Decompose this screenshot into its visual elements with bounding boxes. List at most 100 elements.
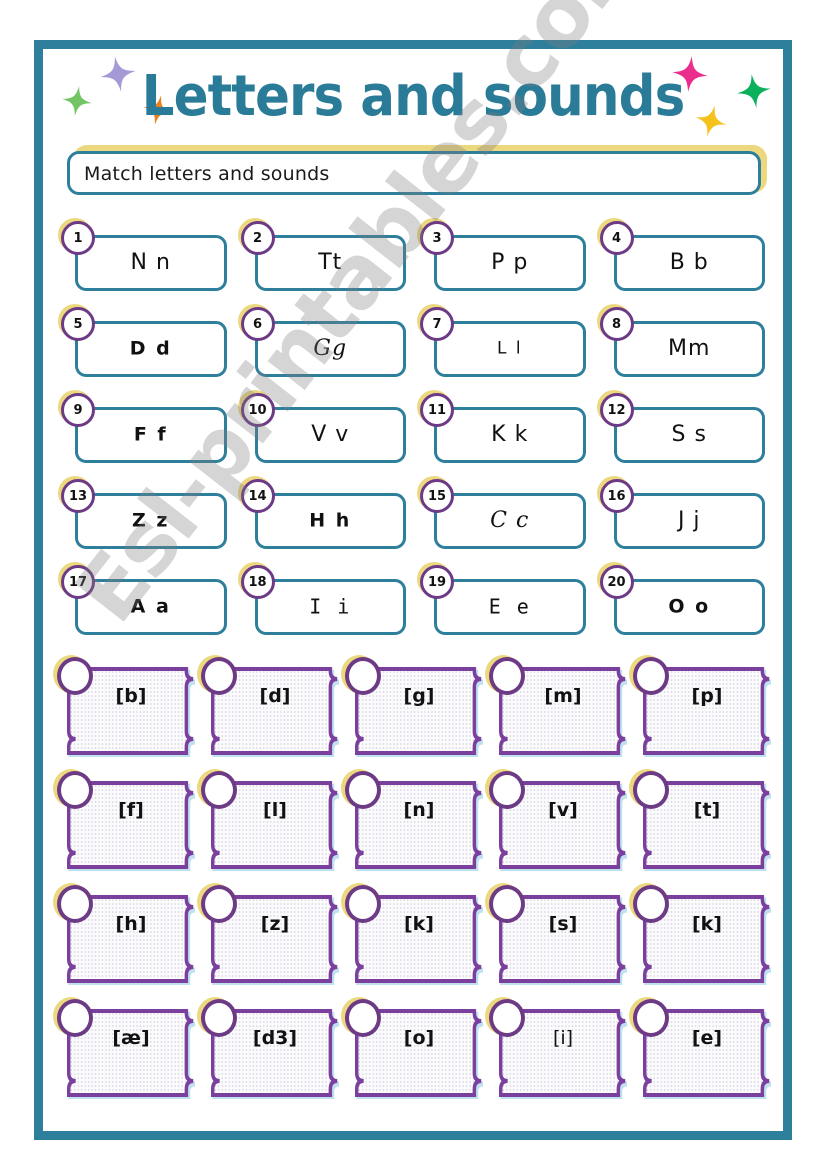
letter-box[interactable]: P p bbox=[434, 235, 586, 291]
letter-cell[interactable]: Tt 2 bbox=[237, 218, 411, 291]
phoneme-card[interactable]: [l] bbox=[197, 769, 341, 871]
phoneme-card[interactable]: [z] bbox=[197, 883, 341, 985]
phoneme-answer-circle[interactable] bbox=[197, 997, 237, 1037]
letter-box[interactable]: E e bbox=[434, 579, 586, 635]
phoneme-answer-circle[interactable] bbox=[341, 769, 381, 809]
phoneme-answer-circle[interactable] bbox=[629, 883, 669, 923]
letter-cell[interactable]: K k 11 bbox=[417, 390, 590, 463]
phoneme-circle-outline[interactable] bbox=[57, 657, 93, 695]
letter-cell[interactable]: S s 12 bbox=[596, 390, 770, 463]
phoneme-circle-outline[interactable] bbox=[201, 885, 237, 923]
phoneme-card[interactable]: [h] bbox=[53, 883, 197, 985]
phoneme-circle-outline[interactable] bbox=[201, 999, 237, 1037]
phoneme-circle-outline[interactable] bbox=[57, 885, 93, 923]
letter-cell[interactable]: O o 20 bbox=[596, 562, 770, 635]
phoneme-card[interactable]: [s] bbox=[485, 883, 629, 985]
letter-box[interactable]: A a bbox=[75, 579, 227, 635]
phoneme-answer-circle[interactable] bbox=[485, 883, 525, 923]
phoneme-answer-circle[interactable] bbox=[341, 997, 381, 1037]
phoneme-answer-circle[interactable] bbox=[197, 655, 237, 695]
phoneme-card[interactable]: [d] bbox=[197, 655, 341, 757]
letter-cell[interactable]: C c 15 bbox=[417, 476, 590, 549]
letter-cell[interactable]: A a 17 bbox=[58, 562, 231, 635]
phoneme-circle-outline[interactable] bbox=[345, 885, 381, 923]
phoneme-card[interactable]: [f] bbox=[53, 769, 197, 871]
letter-cell[interactable]: J j 16 bbox=[596, 476, 770, 549]
letter-box[interactable]: B b bbox=[613, 235, 765, 291]
phoneme-answer-circle[interactable] bbox=[197, 883, 237, 923]
phoneme-card[interactable]: [i] bbox=[485, 997, 629, 1099]
phoneme-answer-circle[interactable] bbox=[629, 997, 669, 1037]
phoneme-answer-circle[interactable] bbox=[485, 655, 525, 695]
phoneme-circle-outline[interactable] bbox=[345, 771, 381, 809]
phoneme-card[interactable]: [k] bbox=[629, 883, 773, 985]
phoneme-card[interactable]: [b] bbox=[53, 655, 197, 757]
phoneme-card[interactable]: [p] bbox=[629, 655, 773, 757]
letter-box[interactable]: F f bbox=[75, 407, 227, 463]
letter-box[interactable]: J j bbox=[613, 493, 765, 549]
phoneme-circle-outline[interactable] bbox=[633, 885, 669, 923]
letter-cell[interactable]: D d 5 bbox=[58, 304, 231, 377]
letter-box[interactable]: Gg bbox=[254, 321, 406, 377]
phoneme-circle-outline[interactable] bbox=[345, 657, 381, 695]
phoneme-circle-outline[interactable] bbox=[57, 771, 93, 809]
letter-cell[interactable]: N n 1 bbox=[58, 218, 231, 291]
phoneme-circle-outline[interactable] bbox=[633, 657, 669, 695]
phoneme-answer-circle[interactable] bbox=[629, 769, 669, 809]
letter-cell[interactable]: Gg 6 bbox=[237, 304, 411, 377]
phoneme-circle-outline[interactable] bbox=[201, 657, 237, 695]
letter-box[interactable]: V v bbox=[254, 407, 406, 463]
letter-cell[interactable]: I i 18 bbox=[237, 562, 411, 635]
phoneme-circle-outline[interactable] bbox=[633, 771, 669, 809]
letter-box[interactable]: N n bbox=[75, 235, 227, 291]
phoneme-answer-circle[interactable] bbox=[53, 655, 93, 695]
phoneme-answer-circle[interactable] bbox=[53, 769, 93, 809]
letter-box[interactable]: S s bbox=[613, 407, 765, 463]
phoneme-answer-circle[interactable] bbox=[341, 883, 381, 923]
phoneme-answer-circle[interactable] bbox=[629, 655, 669, 695]
phoneme-card[interactable]: [g] bbox=[341, 655, 485, 757]
phoneme-card[interactable]: [k] bbox=[341, 883, 485, 985]
letter-cell[interactable]: B b 4 bbox=[596, 218, 770, 291]
letter-cell[interactable]: V v 10 bbox=[237, 390, 411, 463]
phoneme-card[interactable]: [n] bbox=[341, 769, 485, 871]
letter-box[interactable]: Z z bbox=[75, 493, 227, 549]
phoneme-card[interactable]: [o] bbox=[341, 997, 485, 1099]
letter-box[interactable]: Tt bbox=[254, 235, 406, 291]
letter-box[interactable]: D d bbox=[75, 321, 227, 377]
letter-box[interactable]: K k bbox=[434, 407, 586, 463]
phoneme-answer-circle[interactable] bbox=[485, 997, 525, 1037]
phoneme-answer-circle[interactable] bbox=[197, 769, 237, 809]
phoneme-circle-outline[interactable] bbox=[489, 657, 525, 695]
phoneme-circle-outline[interactable] bbox=[633, 999, 669, 1037]
phoneme-answer-circle[interactable] bbox=[341, 655, 381, 695]
letter-cell[interactable]: E e 19 bbox=[417, 562, 590, 635]
letter-cell[interactable]: P p 3 bbox=[417, 218, 590, 291]
letter-box[interactable]: L l bbox=[434, 321, 586, 377]
letter-cell[interactable]: Mm 8 bbox=[596, 304, 770, 377]
phoneme-circle-outline[interactable] bbox=[489, 885, 525, 923]
phoneme-answer-circle[interactable] bbox=[53, 883, 93, 923]
phoneme-card[interactable]: [e] bbox=[629, 997, 773, 1099]
phoneme-card[interactable]: [æ] bbox=[53, 997, 197, 1099]
phoneme-answer-circle[interactable] bbox=[485, 769, 525, 809]
letter-cell[interactable]: L l 7 bbox=[417, 304, 590, 377]
phoneme-card[interactable]: [t] bbox=[629, 769, 773, 871]
phoneme-answer-circle[interactable] bbox=[53, 997, 93, 1037]
phoneme-card[interactable]: [v] bbox=[485, 769, 629, 871]
letter-box[interactable]: O o bbox=[613, 579, 765, 635]
letter-cell[interactable]: Z z 13 bbox=[58, 476, 231, 549]
letter-box[interactable]: Mm bbox=[613, 321, 765, 377]
phoneme-card[interactable]: [d3] bbox=[197, 997, 341, 1099]
letter-cell[interactable]: H h 14 bbox=[237, 476, 411, 549]
letter-cell[interactable]: F f 9 bbox=[58, 390, 231, 463]
phoneme-circle-outline[interactable] bbox=[57, 999, 93, 1037]
phoneme-circle-outline[interactable] bbox=[345, 999, 381, 1037]
phoneme-circle-outline[interactable] bbox=[201, 771, 237, 809]
letter-box[interactable]: I i bbox=[254, 579, 406, 635]
letter-box[interactable]: C c bbox=[434, 493, 586, 549]
letter-box[interactable]: H h bbox=[254, 493, 406, 549]
phoneme-circle-outline[interactable] bbox=[489, 771, 525, 809]
phoneme-card[interactable]: [m] bbox=[485, 655, 629, 757]
phoneme-circle-outline[interactable] bbox=[489, 999, 525, 1037]
